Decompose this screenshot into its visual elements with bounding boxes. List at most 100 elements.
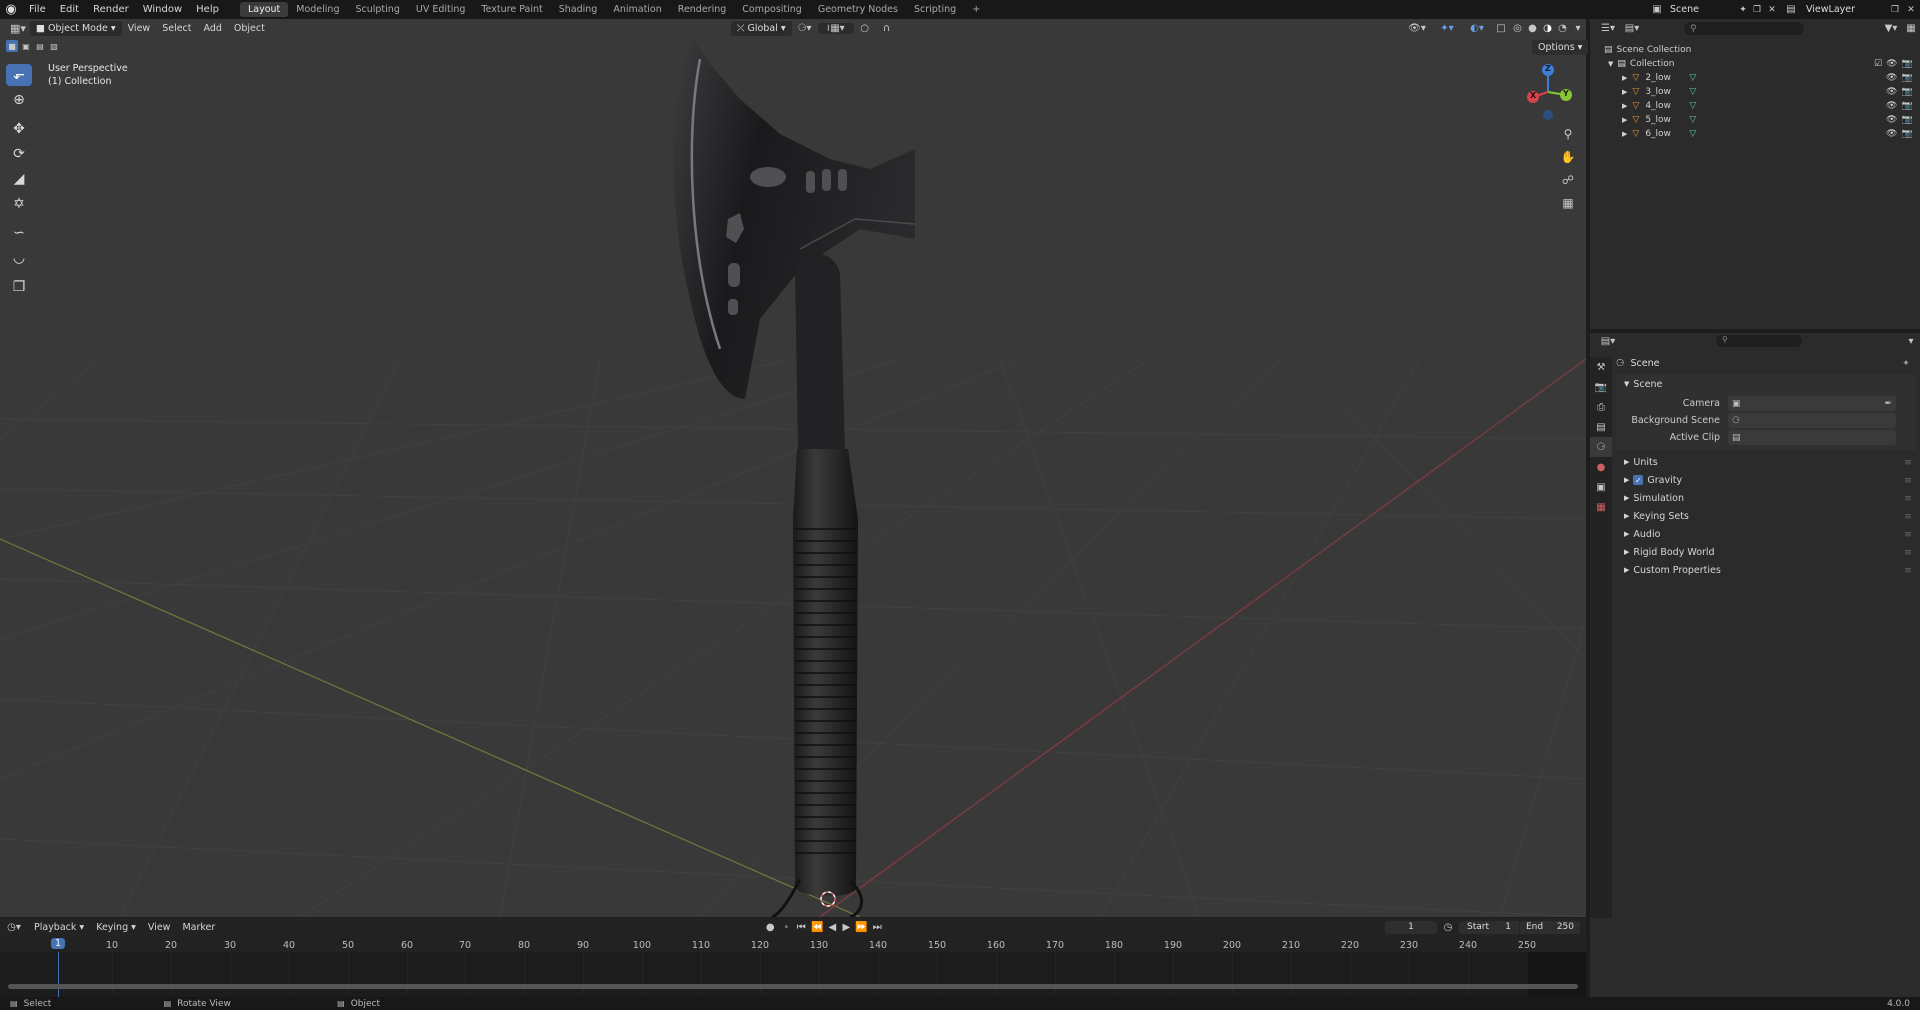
eye-visibility-icon[interactable]: 👁 [1886,59,1897,69]
visibility-filter-icon[interactable]: 👁▾ [1402,23,1432,34]
exclude-checkbox-icon[interactable]: ☑ [1874,59,1882,69]
keying-sets-panel-header[interactable]: ▶ Keying Sets ≡ [1616,507,1916,525]
falloff-icon[interactable]: ∩ [876,23,898,34]
scene-selector-icon[interactable]: ▣ [1648,4,1666,15]
timeline-menu-playback[interactable]: Playback ▾ [28,920,90,935]
expand-arrow-icon[interactable]: ▶ [1622,102,1627,110]
menu-window[interactable]: Window [136,4,189,15]
timeline-menu-view[interactable]: View [142,920,177,935]
mesh-data-icon[interactable]: ▽ [1689,87,1696,97]
new-view-layer-icon[interactable]: ❐ [1888,5,1902,15]
playhead-line[interactable] [58,952,59,998]
drag-handle-icon[interactable]: ≡ [1904,529,1912,540]
perspective-toggle-icon[interactable]: ▦ [1558,193,1578,213]
zoom-icon[interactable]: ⚲ [1558,124,1578,144]
eye-visibility-icon[interactable]: 👁 [1886,101,1897,111]
timeline-area[interactable]: 1 10 20 30 40 50 60 70 80 90 100 110 120… [0,936,1586,998]
drag-handle-icon[interactable]: ≡ [1904,565,1912,576]
rotate-tool[interactable]: ⟳ [6,143,32,165]
properties-search-input[interactable]: ⚲ [1716,335,1802,347]
pin-icon[interactable]: ✦ [1736,5,1750,15]
mesh-data-icon[interactable]: ▽ [1689,129,1696,139]
cursor-tool[interactable]: ⊕ [6,89,32,111]
expand-arrow-icon[interactable]: ▼ [1608,60,1613,68]
viewport-menu-add[interactable]: Add [198,21,228,36]
tab-shading[interactable]: Shading [551,2,606,17]
properties-options-icon[interactable]: ▾ [1902,336,1920,347]
snap-icon[interactable]: ≀▦▾ [817,23,854,34]
measure-tool[interactable]: ◡ [6,247,32,269]
eye-visibility-icon[interactable]: 👁 [1886,115,1897,125]
pan-hand-icon[interactable]: ✋ [1558,147,1578,167]
scene-tab-icon[interactable]: ⚆ [1590,437,1612,457]
jump-keyframe-back-icon[interactable]: ⏪ [809,922,825,933]
collection-tab-icon[interactable]: ▣ [1590,477,1612,497]
expand-arrow-icon[interactable]: ▶ [1622,88,1627,96]
viewport-menu-object[interactable]: Object [228,21,271,36]
play-icon[interactable]: ▶ [839,922,853,933]
drag-handle-icon[interactable]: ≡ [1904,475,1912,486]
overlay-toggle-icon[interactable]: ◐▾ [1462,23,1492,34]
eyedropper-icon[interactable]: ✒ [1884,399,1896,409]
outliner-object-row[interactable]: ▶ ▽ 5_low ▽ 👁 📷 [1590,113,1920,127]
viewport-menu-view[interactable]: View [122,21,157,36]
tab-modeling[interactable]: Modeling [288,2,347,17]
drag-handle-icon[interactable]: ≡ [1904,511,1912,522]
timeline-menu-marker[interactable]: Marker [176,920,221,935]
camera-render-icon[interactable]: 📷 [1901,115,1912,125]
tool-tab-icon[interactable]: ⚒ [1590,357,1612,377]
annotate-tool[interactable]: ∽ [6,222,32,244]
gravity-checkbox[interactable]: ✓ [1633,475,1644,485]
gizmo-toggle-icon[interactable]: ✦▾ [1432,23,1462,34]
outliner-search-input[interactable]: ⚲ [1684,22,1804,35]
drag-handle-icon[interactable]: ≡ [1904,493,1912,504]
navigation-gizmo[interactable]: Z Y X [1518,60,1578,120]
pivot-point-icon[interactable]: ⚆▾ [792,23,818,34]
scale-tool[interactable]: ◢ [6,168,32,190]
shading-wireframe-icon[interactable]: ◎ [1510,23,1525,34]
editor-type-icon[interactable]: ▦▾ [6,22,30,35]
delete-scene-icon[interactable]: ✕ [1764,5,1780,15]
menu-edit[interactable]: Edit [53,4,86,15]
select-extend-icon[interactable]: ▣ [20,40,32,52]
outliner-object-row[interactable]: ▶ ▽ 2_low ▽ 👁 📷 [1590,71,1920,85]
transform-orientation-dropdown[interactable]: ⤫ Global ▾ [730,21,792,36]
custom-properties-panel-header[interactable]: ▶ Custom Properties ≡ [1616,561,1916,579]
camera-render-icon[interactable]: 📷 [1902,59,1913,69]
jump-keyframe-forward-icon[interactable]: ⏩ [853,922,869,933]
add-workspace-button[interactable]: + [964,2,988,17]
options-dropdown[interactable]: Options ▾ [1532,40,1589,55]
shading-options-icon[interactable]: ▾ [1570,23,1586,34]
current-frame-field[interactable]: 1 [1385,920,1437,934]
camera-render-icon[interactable]: 📷 [1901,87,1912,97]
tab-animation[interactable]: Animation [605,2,669,17]
new-scene-icon[interactable]: ❐ [1750,5,1764,15]
start-frame-field[interactable]: Start 1 [1459,920,1519,934]
tab-rendering[interactable]: Rendering [670,2,735,17]
filter-icon[interactable]: ▼▾ [1880,23,1902,34]
background-scene-field[interactable]: ⚆ [1728,413,1896,428]
scene-collection-row[interactable]: ▤ Scene Collection [1590,43,1920,57]
end-frame-field[interactable]: End 250 [1520,920,1580,934]
proportional-editing-icon[interactable]: ○ [854,23,876,34]
preview-range-clock-icon[interactable]: ◷ [1437,922,1459,933]
auto-keying-icon[interactable]: ● [761,922,779,933]
timeline-editor-type-icon[interactable]: ◷▾ [0,922,28,933]
expand-arrow-icon[interactable]: ▶ [1622,116,1627,124]
drag-handle-icon[interactable]: ≡ [1904,547,1912,558]
tab-layout[interactable]: Layout [239,2,289,17]
scene-name-field[interactable]: Scene [1666,4,1736,15]
shading-rendered-icon[interactable]: ◔ [1555,23,1570,34]
xray-toggle-icon[interactable]: □ [1492,23,1510,34]
output-tab-icon[interactable]: ⎙ [1590,397,1612,417]
shading-solid-icon[interactable]: ● [1525,23,1540,34]
add-cube-tool[interactable]: ❐ [6,276,32,298]
expand-arrow-icon[interactable]: ▶ [1622,130,1627,138]
audio-panel-header[interactable]: ▶ Audio ≡ [1616,525,1916,543]
viewport-menu-select[interactable]: Select [156,21,197,36]
scene-panel-header[interactable]: ▼ Scene [1616,375,1916,393]
tab-compositing[interactable]: Compositing [734,2,810,17]
camera-render-icon[interactable]: 📷 [1901,101,1912,111]
simulation-panel-header[interactable]: ▶ Simulation ≡ [1616,489,1916,507]
play-reverse-icon[interactable]: ◀ [825,922,839,933]
